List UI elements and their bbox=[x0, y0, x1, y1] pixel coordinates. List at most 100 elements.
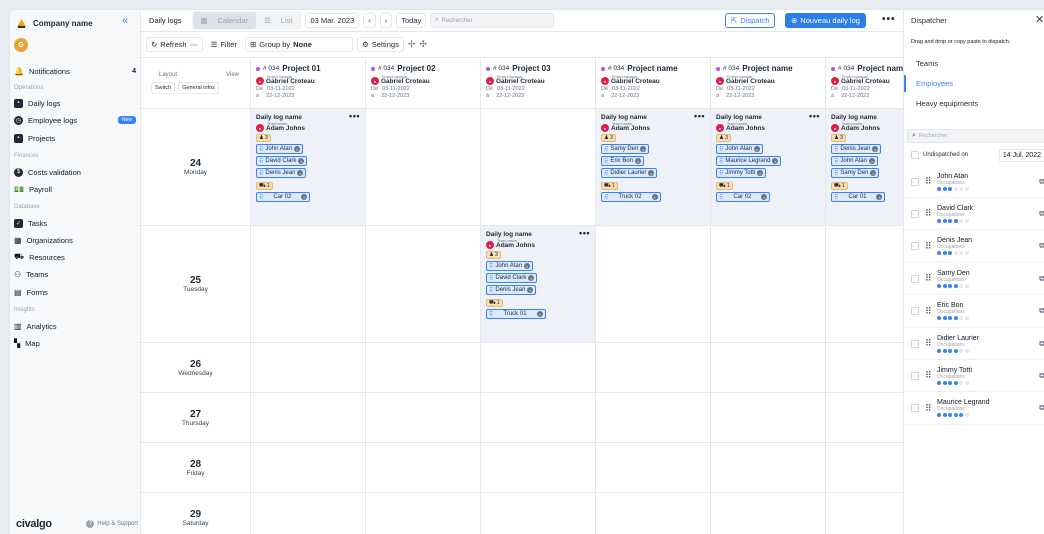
sidebar-item-notifications[interactable]: 🔔 Notifications 4 bbox=[14, 64, 136, 78]
daily-log-card[interactable]: Daily log name•••Team Leader●Adam Johns♟… bbox=[251, 109, 365, 225]
remove-icon[interactable]: × bbox=[301, 194, 308, 200]
copy-icon[interactable]: ⧉ bbox=[1039, 403, 1044, 413]
remove-icon[interactable]: × bbox=[640, 146, 647, 152]
drag-handle-icon[interactable]: ⠿ bbox=[925, 176, 932, 187]
remove-icon[interactable]: × bbox=[772, 158, 779, 164]
help-support-link[interactable]: ? Help & Support bbox=[86, 520, 138, 528]
remove-icon[interactable]: × bbox=[869, 158, 876, 164]
list-view-button[interactable]: ☰ List bbox=[256, 12, 300, 29]
calendar-cell[interactable] bbox=[711, 393, 826, 443]
calendar-cell[interactable] bbox=[596, 343, 711, 393]
group-by-select[interactable]: ⊞ Group by None bbox=[244, 37, 353, 52]
drag-handle-icon[interactable]: ⠿ bbox=[925, 273, 932, 284]
undispatched-date-input[interactable]: 14 Jul. 2022 bbox=[998, 148, 1044, 162]
drag-handle-icon[interactable]: ⠿ bbox=[719, 158, 723, 165]
equipment-chip[interactable]: ⠿ Car 02 × bbox=[256, 192, 311, 202]
drag-handle-icon[interactable]: ⠿ bbox=[834, 170, 838, 177]
drag-handle-icon[interactable]: ⠿ bbox=[489, 263, 493, 270]
calendar-cell[interactable] bbox=[366, 493, 481, 534]
copy-icon[interactable]: ⧉ bbox=[1039, 371, 1044, 381]
remove-icon[interactable]: × bbox=[761, 194, 768, 200]
remove-icon[interactable]: × bbox=[528, 275, 535, 281]
calendar-cell[interactable] bbox=[826, 226, 903, 343]
sidebar-item-teams[interactable]: ⚇ Teams bbox=[14, 267, 136, 281]
sidebar-item-employee-logs[interactable]: ◷ Employee logs New bbox=[14, 113, 136, 127]
sidebar-item-analytics[interactable]: ▥ Analytics bbox=[14, 319, 136, 333]
company-switcher[interactable]: Company name bbox=[16, 16, 93, 30]
employee-chip[interactable]: ⠿ Denis Jean × bbox=[831, 144, 882, 154]
sidebar-item-payroll[interactable]: 💵 Payroll bbox=[14, 182, 136, 196]
sidebar-item-costs-validation[interactable]: $ Costs validation bbox=[14, 165, 136, 179]
calendar-cell[interactable]: Daily log name•••Team Leader●Adam Johns♟… bbox=[826, 109, 903, 226]
calendar-cell[interactable] bbox=[481, 493, 596, 534]
drag-handle-icon[interactable]: ⠿ bbox=[259, 170, 263, 177]
employee-checkbox[interactable] bbox=[911, 404, 919, 413]
copy-icon[interactable]: ⧉ bbox=[1039, 274, 1044, 284]
calendar-cell[interactable] bbox=[366, 226, 481, 343]
date-picker[interactable]: 03 Mar. 2023 bbox=[305, 13, 360, 28]
expand-icon[interactable]: ✢ bbox=[408, 39, 416, 50]
next-button[interactable]: › bbox=[379, 13, 393, 28]
employee-chip[interactable]: ⠿ David Clark × bbox=[486, 273, 538, 283]
remove-icon[interactable]: × bbox=[754, 146, 761, 152]
more-options-icon[interactable]: ••• bbox=[694, 111, 705, 121]
drag-handle-icon[interactable]: ⠿ bbox=[489, 287, 493, 294]
drag-handle-icon[interactable]: ⠿ bbox=[925, 370, 932, 381]
copy-icon[interactable]: ⧉ bbox=[1039, 241, 1044, 251]
employee-row[interactable]: ⠿ David Clark Occupations ⧉ bbox=[904, 198, 1044, 231]
employee-row[interactable]: ⠿ Maurice Legrand Occupations ⧉ bbox=[904, 393, 1044, 425]
close-icon[interactable]: ✕ bbox=[1035, 13, 1044, 26]
calendar-cell[interactable] bbox=[826, 493, 903, 534]
employee-checkbox[interactable] bbox=[911, 177, 919, 186]
employee-chip[interactable]: ⠿ Jimmy Totti × bbox=[716, 168, 767, 178]
drag-handle-icon[interactable]: ⠿ bbox=[719, 194, 723, 201]
calendar-cell[interactable]: Daily log name•••Team Leader●Adam Johns♟… bbox=[481, 226, 596, 343]
employee-chip[interactable]: ⠿ John Atan × bbox=[486, 261, 534, 271]
employee-chip[interactable]: ⠿ Samy Den × bbox=[601, 144, 650, 154]
calendar-cell[interactable] bbox=[366, 109, 481, 226]
daily-log-card[interactable]: Daily log name•••Team Leader●Adam Johns♟… bbox=[481, 226, 595, 342]
employee-chip[interactable]: ⠿ Denis Jean × bbox=[486, 285, 537, 295]
project-column-header[interactable]: # 034 Project 03 Project manager ● Gabriel C… bbox=[481, 58, 596, 109]
calendar-cell[interactable]: Daily log name•••Team Leader●Adam Johns♟… bbox=[251, 109, 366, 226]
drag-handle-icon[interactable]: ⠿ bbox=[925, 403, 932, 414]
drag-handle-icon[interactable]: ⠿ bbox=[604, 146, 608, 153]
sidebar-item-map[interactable]: ▚ Map bbox=[14, 336, 136, 350]
sidebar-item-projects[interactable]: ▪ Projects bbox=[14, 131, 136, 145]
calendar-cell[interactable] bbox=[366, 443, 481, 493]
calendar-cell[interactable] bbox=[366, 393, 481, 443]
dispatcher-search-input[interactable]: ⌕ Rechercher bbox=[907, 129, 1044, 143]
calendar-cell[interactable] bbox=[481, 109, 596, 226]
calendar-cell[interactable] bbox=[596, 393, 711, 443]
calendar-cell[interactable] bbox=[711, 493, 826, 534]
general-infos-button[interactable]: General infos bbox=[178, 82, 219, 94]
settings-button[interactable]: ⚙ Settings bbox=[356, 37, 404, 52]
remove-icon[interactable]: × bbox=[536, 311, 543, 317]
drag-handle-icon[interactable]: ⠿ bbox=[925, 338, 932, 349]
drag-handle-icon[interactable]: ⠿ bbox=[259, 158, 263, 165]
drag-handle-icon[interactable]: ⠿ bbox=[925, 306, 932, 317]
project-column-header[interactable]: # 034 Project name Project manager ● Gabriel… bbox=[596, 58, 711, 109]
drag-handle-icon[interactable]: ⠿ bbox=[604, 158, 608, 165]
drag-handle-icon[interactable]: ⠿ bbox=[604, 170, 608, 177]
calendar-cell[interactable] bbox=[251, 343, 366, 393]
employee-chip[interactable]: ⠿ Samy Den × bbox=[831, 168, 880, 178]
drag-handle-icon[interactable]: ⠿ bbox=[834, 194, 838, 201]
drag-handle-icon[interactable]: ⠿ bbox=[925, 208, 932, 219]
employee-row[interactable]: ⠿ John Atan Occupations ⧉ bbox=[904, 166, 1044, 198]
drag-handle-icon[interactable]: ⠿ bbox=[259, 194, 263, 201]
remove-icon[interactable]: × bbox=[876, 194, 883, 200]
drag-handle-icon[interactable]: ⠿ bbox=[719, 170, 723, 177]
sidebar-item-resources[interactable]: ⛟ Resources bbox=[14, 250, 136, 264]
calendar-cell[interactable] bbox=[251, 493, 366, 534]
copy-icon[interactable]: ⧉ bbox=[1039, 209, 1044, 219]
copy-icon[interactable]: ⧉ bbox=[1039, 177, 1044, 187]
employee-checkbox[interactable] bbox=[911, 274, 919, 283]
remove-icon[interactable]: × bbox=[294, 146, 301, 152]
daily-log-card[interactable]: Daily log name•••Team Leader●Adam Johns♟… bbox=[826, 109, 903, 225]
remove-icon[interactable]: × bbox=[635, 158, 642, 164]
employee-chip[interactable]: ⠿ Denis Jean × bbox=[256, 168, 307, 178]
copy-icon[interactable]: ⧉ bbox=[1039, 339, 1044, 349]
more-options-icon[interactable]: ••• bbox=[809, 111, 820, 121]
employee-checkbox[interactable] bbox=[911, 242, 919, 251]
